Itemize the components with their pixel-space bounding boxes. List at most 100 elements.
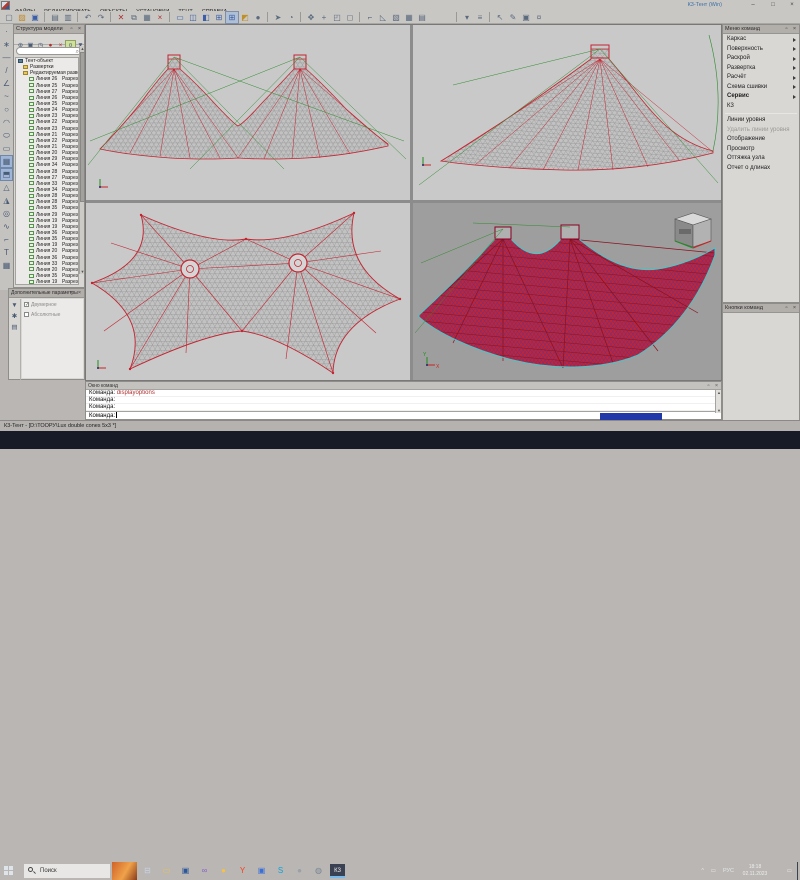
- prism-icon[interactable]: △: [1, 182, 12, 193]
- undo-icon[interactable]: ↶: [82, 12, 94, 23]
- filter-icon[interactable]: ▼: [10, 301, 19, 310]
- layout-quad-active-icon[interactable]: ⊞: [226, 12, 238, 23]
- layout-four-icon[interactable]: ⊞: [213, 12, 225, 23]
- new-file-icon[interactable]: ▢: [3, 12, 15, 23]
- mail-icon[interactable]: ▣: [178, 864, 193, 878]
- dropdown-icon[interactable]: ▾: [461, 12, 473, 23]
- bulb-icon[interactable]: ¤: [533, 12, 545, 23]
- task-view-icon[interactable]: ⊟: [140, 864, 155, 878]
- delete-icon[interactable]: ×: [154, 12, 166, 23]
- language-indicator[interactable]: РУС: [723, 862, 734, 880]
- copy-icon[interactable]: ⧉: [128, 12, 140, 23]
- vertex-icon[interactable]: ∗: [1, 39, 12, 50]
- menu-command-7[interactable]: К3: [723, 102, 799, 112]
- surface-blue-icon[interactable]: ▦: [1, 156, 12, 167]
- box-blue-icon[interactable]: ⬒: [1, 169, 12, 180]
- select-icon[interactable]: ➤: [272, 12, 284, 23]
- save-icon[interactable]: ▣: [29, 12, 41, 23]
- menu-command-2[interactable]: Раскрой: [723, 54, 799, 64]
- close-icon[interactable]: ×: [76, 290, 83, 297]
- print-icon[interactable]: ▤: [49, 12, 61, 23]
- pin-icon[interactable]: ▫: [783, 26, 790, 33]
- tray-chevron-icon[interactable]: ^: [701, 862, 704, 880]
- grid-icon[interactable]: ▦: [403, 12, 415, 23]
- maximize-button[interactable]: □: [768, 2, 778, 9]
- taskbar-search-input[interactable]: Поиск: [24, 864, 110, 878]
- spline-icon[interactable]: ~: [1, 91, 12, 102]
- floppy-app-icon[interactable]: ▣: [254, 864, 269, 878]
- sweep-icon[interactable]: ∿: [1, 221, 12, 232]
- zoom-all-icon[interactable]: ◻: [344, 12, 356, 23]
- menu-command-sub-0[interactable]: Линии уровня: [723, 116, 799, 126]
- orange-app-icon[interactable]: ●: [216, 864, 231, 878]
- gray-app-icon[interactable]: ●: [292, 864, 307, 878]
- menu-command-sub-5[interactable]: Отчет о длинах: [723, 164, 799, 174]
- tree-scrollbar[interactable]: ▲ ▼: [79, 46, 84, 274]
- layout-single-icon[interactable]: ▭: [174, 12, 186, 23]
- close-icon[interactable]: ×: [76, 26, 83, 33]
- menu-command-6[interactable]: Сервис: [723, 92, 799, 102]
- close-icon[interactable]: ×: [713, 383, 720, 390]
- point-icon[interactable]: ·: [1, 26, 12, 37]
- menu-command-5[interactable]: Схема сшивки: [723, 83, 799, 93]
- table-icon[interactable]: ▤: [416, 12, 428, 23]
- minimize-button[interactable]: –: [748, 2, 758, 9]
- palette-icon[interactable]: ▧: [390, 12, 402, 23]
- viewport-plan[interactable]: [86, 203, 410, 380]
- close-icon[interactable]: ×: [791, 305, 798, 312]
- taskbar-clock[interactable]: 18:18 02.11.2023: [738, 864, 772, 879]
- frame-corner-icon[interactable]: ◺: [377, 12, 389, 23]
- frame-red-icon[interactable]: ⌐: [364, 12, 376, 23]
- ellipse-icon[interactable]: ⬭: [1, 130, 12, 141]
- pin-icon[interactable]: ▫: [68, 26, 75, 33]
- close-button[interactable]: ×: [787, 2, 797, 9]
- option-row[interactable]: ✓Двумерное: [24, 301, 83, 309]
- viewport-front[interactable]: [86, 25, 410, 200]
- viewport-shaded[interactable]: YX: [413, 203, 721, 380]
- segment-icon[interactable]: —: [1, 52, 12, 63]
- pin-icon[interactable]: ▫: [783, 305, 790, 312]
- option-row[interactable]: Абсолютные: [24, 311, 83, 319]
- render-icon[interactable]: ●: [252, 12, 264, 23]
- menu-command-0[interactable]: Каркас: [723, 35, 799, 45]
- cone-icon[interactable]: ◮: [1, 195, 12, 206]
- skype-icon[interactable]: S: [273, 864, 288, 878]
- open-file-icon[interactable]: ▨: [16, 12, 28, 23]
- menu-command-sub-4[interactable]: Оттяжка узла: [723, 154, 799, 164]
- weather-widget[interactable]: [112, 862, 137, 880]
- menu-command-3[interactable]: Развертка: [723, 64, 799, 74]
- rectangle-icon[interactable]: ▭: [1, 143, 12, 154]
- pencil-icon[interactable]: ✎: [507, 12, 519, 23]
- mesh-icon[interactable]: ▦: [1, 260, 12, 271]
- menu-command-1[interactable]: Поверхность: [723, 45, 799, 55]
- print-preview-icon[interactable]: ▥: [62, 12, 74, 23]
- paste-icon[interactable]: ▦: [141, 12, 153, 23]
- scroll-up-icon[interactable]: ▲: [716, 390, 722, 395]
- polyline-icon[interactable]: ∠: [1, 78, 12, 89]
- tree-item[interactable]: Линия 19Разрезов: [16, 279, 78, 285]
- globe-app-icon[interactable]: ◍: [311, 864, 326, 878]
- menu-command-sub-1[interactable]: Удалить линии уровня: [723, 126, 799, 136]
- unchecked-checkbox-icon[interactable]: [24, 312, 29, 317]
- orbit-icon[interactable]: ◔: [285, 12, 297, 23]
- text-icon[interactable]: T: [1, 247, 12, 258]
- printer-icon[interactable]: ▤: [10, 323, 19, 332]
- pick-icon[interactable]: ↖: [494, 12, 506, 23]
- structure-search-input[interactable]: ⌕: [16, 47, 82, 55]
- viewport-perspective[interactable]: [413, 25, 721, 200]
- scroll-down-icon[interactable]: ▼: [716, 408, 722, 413]
- close-icon[interactable]: ×: [791, 26, 798, 33]
- yandex-browser-icon[interactable]: Y: [235, 864, 250, 878]
- notification-icon[interactable]: ▭: [787, 862, 792, 880]
- revolve-icon[interactable]: ◎: [1, 208, 12, 219]
- visual-studio-icon[interactable]: ∞: [197, 864, 212, 878]
- menu-command-4[interactable]: Расчёт: [723, 73, 799, 83]
- menu-command-sub-3[interactable]: Просмотр: [723, 145, 799, 155]
- gear-icon[interactable]: ✱: [10, 312, 19, 321]
- checked-checkbox-icon[interactable]: ✓: [24, 302, 29, 307]
- pin-icon[interactable]: ▫: [68, 290, 75, 297]
- shaded-cube-icon[interactable]: ◩: [239, 12, 251, 23]
- zoom-window-icon[interactable]: ◰: [331, 12, 343, 23]
- pan-icon[interactable]: ✥: [305, 12, 317, 23]
- offset-icon[interactable]: ⌐: [1, 234, 12, 245]
